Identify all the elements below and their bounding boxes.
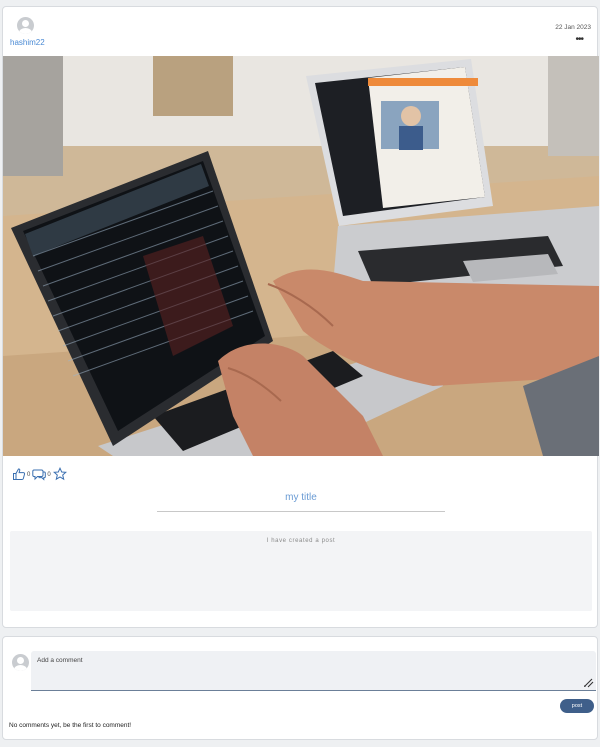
post-card: hashim22 22 Jan 2023 ••• 0 0 my title I …: [2, 6, 599, 628]
comments-card: post No comments yet, be the first to co…: [2, 636, 598, 740]
post-actions: 0 0: [12, 467, 67, 481]
current-user-avatar: [12, 654, 29, 671]
author-avatar[interactable]: [17, 17, 34, 34]
post-body-text: I have created a post: [266, 538, 336, 544]
ellipsis-icon[interactable]: •••: [575, 35, 583, 45]
title-divider: [157, 511, 445, 512]
post-date: 22 Jan 2023: [555, 24, 591, 31]
post-image: [3, 56, 599, 456]
thumbs-up-icon[interactable]: [12, 467, 26, 481]
post-body: I have created a post: [10, 531, 592, 611]
post-comment-button[interactable]: post: [560, 699, 594, 713]
likes-count: 0: [27, 472, 31, 478]
comment-input[interactable]: [31, 651, 596, 691]
comment-bubble-icon[interactable]: [32, 467, 47, 481]
pencil-icon[interactable]: [583, 677, 594, 688]
comments-count: 0: [47, 472, 51, 478]
post-title: my title: [285, 492, 317, 503]
empty-comments-message: No comments yet, be the first to comment…: [9, 722, 132, 729]
author-username[interactable]: hashim22: [10, 38, 45, 47]
star-icon[interactable]: [52, 467, 67, 481]
